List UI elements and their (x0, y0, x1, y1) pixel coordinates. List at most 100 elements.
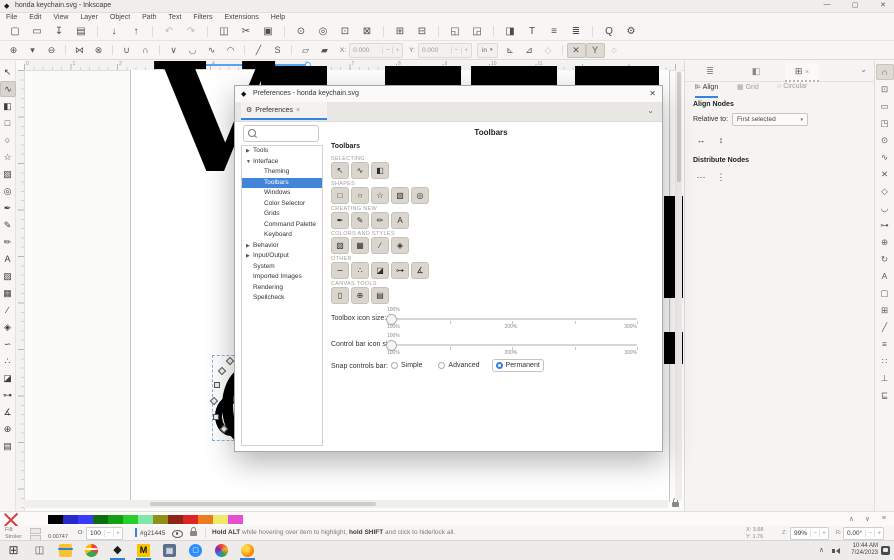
delete-segment-button[interactable]: ∩ (136, 43, 155, 58)
text-dialog-button[interactable]: T (521, 24, 543, 40)
vertical-scrollbar[interactable] (675, 70, 682, 500)
make-curve-button[interactable]: S (268, 43, 287, 58)
snap-rotation-centers[interactable]: ↻ (877, 251, 893, 267)
x-coordinate-spinner[interactable]: 0.000 − + (349, 42, 404, 58)
show-bezier-handles-button[interactable]: Y (585, 42, 605, 58)
lock-scroll-icon[interactable] (672, 498, 679, 507)
swatch-black[interactable] (48, 515, 63, 524)
swatch-dark-green[interactable] (93, 515, 108, 524)
rotation-plus[interactable]: + (874, 530, 883, 537)
next-path-effect-button[interactable]: ◇ (539, 43, 558, 58)
pen-tool[interactable]: ✒ (1, 200, 15, 216)
selector-tool[interactable]: ↖ (1, 64, 15, 80)
toggle-pencil-tool[interactable]: ✎ (351, 212, 369, 229)
inkscape-app[interactable]: ◆ (110, 544, 125, 560)
align-nodes-vertically-button[interactable]: ↕ (713, 133, 729, 147)
show-outline-button[interactable]: ◌ (605, 43, 624, 58)
tree-item-tools[interactable]: ▶ Tools (242, 146, 322, 157)
subtab-grid[interactable]: ▦ Grid (737, 83, 759, 96)
spray-tool[interactable]: ∴ (1, 353, 15, 369)
dock-tab-close-icon[interactable]: × (805, 69, 809, 76)
palette-scroll-down[interactable]: ∨ (865, 515, 870, 523)
file-explorer-app[interactable] (58, 544, 73, 557)
redo-button[interactable]: ↷ (180, 24, 202, 40)
firefox-app[interactable] (240, 544, 255, 560)
group-button[interactable]: ◱ (444, 24, 466, 40)
stroke-to-path-button[interactable]: ▰ (315, 43, 334, 58)
toggle-measure-tool[interactable]: ∡ (411, 262, 429, 279)
notification-center-icon[interactable] (881, 546, 890, 555)
zoom-page-button[interactable]: ⊡ (334, 24, 356, 40)
tree-item-keyboard[interactable]: Keyboard (242, 230, 322, 241)
measure-tool[interactable]: ∡ (1, 404, 15, 420)
preferences-button[interactable]: ⚙ (620, 24, 642, 40)
align-nodes-horizontally-button[interactable]: ↔ (693, 133, 709, 147)
snap-perpendicular[interactable]: ⊥ (877, 370, 893, 386)
toggle-ellipse-tool[interactable]: ○ (351, 187, 369, 204)
edit-clip-path-button[interactable]: ⊾ (501, 43, 520, 58)
toggle-spray-tool[interactable]: ∴ (351, 262, 369, 279)
menu-item[interactable]: Filters (187, 13, 218, 22)
snap-nodes[interactable]: ⊙ (877, 132, 893, 148)
join-segment-button[interactable]: ∪ (117, 43, 136, 58)
relative-to-dropdown[interactable]: First selected ▾ (732, 113, 809, 126)
tree-expander-icon[interactable]: ▼ (246, 157, 253, 168)
chevron-down-icon[interactable]: ⌄ (647, 106, 654, 115)
photos-app[interactable] (215, 544, 228, 557)
swatch-mint[interactable] (138, 515, 153, 524)
save-document-button[interactable]: ↧ (48, 24, 70, 40)
import-button[interactable]: ↓ (103, 24, 125, 40)
snap-settings[interactable]: ⊑ (877, 387, 893, 403)
opacity-minus[interactable]: − (103, 530, 113, 537)
print-button[interactable]: ▤ (70, 24, 92, 40)
make-line-button[interactable]: ╱ (249, 43, 268, 58)
opacity-input[interactable]: 100 − + (86, 527, 123, 540)
toggle-calligraphy-tool[interactable]: ✏ (371, 212, 389, 229)
radio-permanent[interactable]: Permanent (491, 359, 544, 372)
snap-page-border[interactable]: ▢ (877, 285, 893, 301)
zoom-tool[interactable]: ⊕ (1, 421, 15, 437)
subtab-circular[interactable]: ○ Circular (777, 83, 807, 96)
break-nodes-button[interactable]: ⊗ (89, 43, 108, 58)
paste-button[interactable]: ▣ (257, 24, 279, 40)
box-3d-tool[interactable]: ▧ (1, 166, 15, 182)
rectangle-tool[interactable]: □ (1, 115, 15, 131)
object-to-path-button[interactable]: ▱ (296, 43, 315, 58)
fill-stroke-dialog-button[interactable]: ◨ (499, 24, 521, 40)
tree-item-windows[interactable]: Windows (242, 188, 322, 199)
enable-snapping-toggle[interactable]: ∩ (875, 64, 894, 80)
pencil-tool[interactable]: ✎ (1, 217, 15, 233)
swatch-dark-red[interactable] (168, 515, 183, 524)
export-button[interactable]: ↑ (125, 24, 147, 40)
toggle-mesh-tool[interactable]: ▦ (351, 237, 369, 254)
zoom-app[interactable]: ▢ (189, 544, 202, 557)
snap-path-intersections[interactable]: ✕ (877, 166, 893, 182)
snap-object-centers[interactable]: ⊕ (877, 234, 893, 250)
rotation-input[interactable]: 0.00° − + (843, 527, 885, 540)
swatch-yellow[interactable] (213, 515, 228, 524)
subtab-align[interactable]: ⊫ Align (695, 83, 719, 98)
tab-close-icon[interactable]: × (296, 107, 300, 114)
cut-button[interactable]: ✂ (235, 24, 257, 40)
menu-item[interactable]: Text (163, 13, 188, 22)
toggle-shape-builder-tool[interactable]: ◧ (371, 162, 389, 179)
open-document-button[interactable]: ▭ (26, 24, 48, 40)
pages-tool[interactable]: ▤ (1, 438, 15, 454)
edit-mask-button[interactable]: ⊿ (520, 43, 539, 58)
toggle-tweak-tool[interactable]: ∽ (331, 262, 349, 279)
tree-item-input-output[interactable]: ▶ Input/Output (242, 251, 322, 262)
connector-tool[interactable]: ⊶ (1, 387, 15, 403)
copy-button[interactable]: ◫ (213, 24, 235, 40)
zoom-selection-button[interactable]: ⊙ (290, 24, 312, 40)
menu-item[interactable]: Edit (23, 13, 47, 22)
toggle-rectangle-tool[interactable]: □ (331, 187, 349, 204)
snap-text-baselines[interactable]: A (877, 268, 893, 284)
menu-item[interactable]: Help (265, 13, 291, 22)
spiral-tool[interactable]: ◎ (1, 183, 15, 199)
start-button[interactable]: ⊞ (7, 544, 20, 557)
preferences-tab[interactable]: ⚙ Preferences × (241, 102, 327, 120)
layer-lock-icon[interactable] (190, 527, 197, 536)
layer-visibility-eye-icon[interactable] (172, 530, 183, 538)
toggle-text-tool[interactable]: A (391, 212, 409, 229)
toggle-star-tool[interactable]: ☆ (371, 187, 389, 204)
